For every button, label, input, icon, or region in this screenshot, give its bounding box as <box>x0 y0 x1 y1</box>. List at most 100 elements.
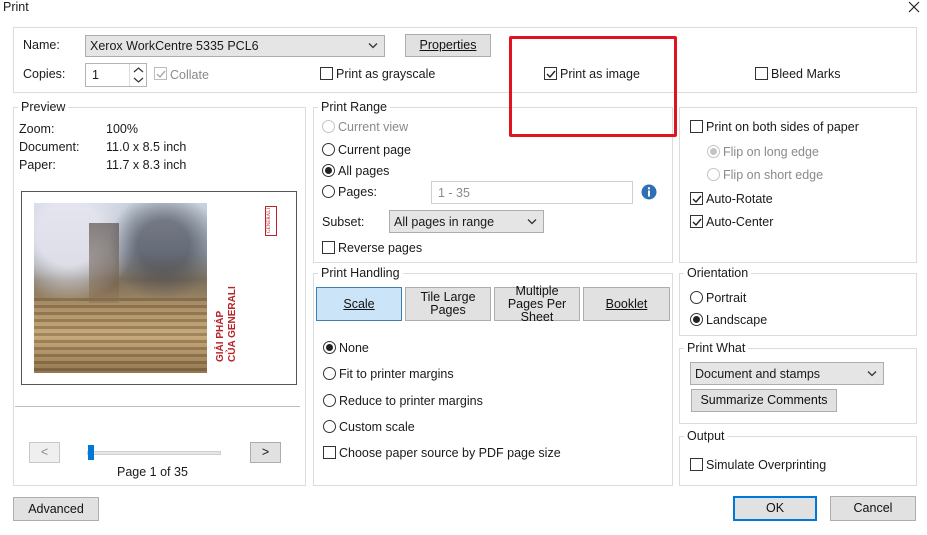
close-icon[interactable] <box>906 0 922 14</box>
print-handling-title: Print Handling <box>318 266 403 280</box>
copies-stepper[interactable] <box>129 64 146 86</box>
flip-long-radio[interactable] <box>707 145 720 158</box>
flip-long-label: Flip on long edge <box>723 145 819 159</box>
chevron-down-icon <box>867 370 877 376</box>
print-what-select[interactable]: Document and stamps <box>690 362 884 385</box>
reduce-margins-radio[interactable] <box>323 394 336 407</box>
simulate-overprinting-checkbox[interactable] <box>690 458 703 471</box>
preview-page: GENERALI GIẢI PHÁP CỦA GENERALI <box>21 191 297 385</box>
auto-rotate-label: Auto-Rotate <box>706 192 773 206</box>
tab-tile-large-pages[interactable]: Tile Large Pages <box>405 287 491 321</box>
properties-button[interactable]: Properties <box>405 34 491 57</box>
advanced-button[interactable]: Advanced <box>13 497 99 521</box>
spinner-icon <box>133 67 144 83</box>
zoom-label: Zoom: <box>19 122 55 136</box>
scale-none-radio[interactable] <box>323 341 336 354</box>
flip-short-radio[interactable] <box>707 168 720 181</box>
collate-label: Collate <box>170 68 209 82</box>
preview-image-shade <box>34 298 207 373</box>
summarize-comments-button[interactable]: Summarize Comments <box>691 389 837 412</box>
custom-scale-radio[interactable] <box>323 420 336 433</box>
tab-multiple-label: Multiple Pages Per Sheet <box>507 283 567 324</box>
pages-radio[interactable] <box>322 185 335 198</box>
landscape-label: Landscape <box>706 313 768 327</box>
tab-scale[interactable]: Scale <box>316 287 402 321</box>
next-page-button[interactable]: > <box>250 442 281 463</box>
auto-center-label: Auto-Center <box>706 215 774 229</box>
print-what-group: Print What <box>679 341 917 424</box>
all-pages-label: All pages <box>338 164 390 178</box>
printer-select[interactable]: Xerox WorkCentre 5335 PCL6 <box>85 35 385 57</box>
auto-rotate-checkbox[interactable] <box>690 192 703 205</box>
preview-image-building <box>89 223 119 303</box>
orientation-title: Orientation <box>684 266 752 280</box>
tab-scale-label: Scale <box>343 296 375 311</box>
subset-value: All pages in range <box>394 214 495 229</box>
preview-page-logo: GENERALI <box>265 206 277 236</box>
preview-page-image <box>34 203 207 373</box>
checkmark-icon <box>692 218 702 227</box>
portrait-radio[interactable] <box>690 291 703 304</box>
pages-label: Pages: <box>338 185 377 199</box>
checkmark-icon <box>156 70 166 79</box>
window-title: Print <box>3 0 29 14</box>
bleed-marks-checkbox[interactable] <box>755 67 768 80</box>
current-page-radio[interactable] <box>322 143 335 156</box>
cancel-button[interactable]: Cancel <box>830 496 916 521</box>
current-view-radio[interactable] <box>322 120 335 133</box>
custom-scale-label: Custom scale <box>339 420 415 434</box>
printer-select-value: Xerox WorkCentre 5335 PCL6 <box>90 39 259 53</box>
landscape-radio[interactable] <box>690 313 703 326</box>
pages-value: 1 - 35 <box>438 185 470 200</box>
next-page-label: > <box>261 445 270 459</box>
preview-page-headline: GIẢI PHÁP CỦA GENERALI <box>215 286 239 362</box>
bleed-marks-label: Bleed Marks <box>771 67 841 81</box>
print-range-title: Print Range <box>318 100 391 114</box>
scale-none-label: None <box>339 341 369 355</box>
both-sides-label: Print on both sides of paper <box>706 120 859 134</box>
pages-input[interactable]: 1 - 35 <box>431 181 633 204</box>
auto-center-checkbox[interactable] <box>690 215 703 228</box>
reverse-pages-checkbox[interactable] <box>322 241 335 254</box>
fit-margins-radio[interactable] <box>323 367 336 380</box>
tab-multiple-pages[interactable]: Multiple Pages Per Sheet <box>494 283 580 324</box>
summarize-comments-label: Summarize Comments <box>700 393 828 407</box>
properties-label: Properties <box>419 38 477 52</box>
preview-title: Preview <box>18 100 69 114</box>
tab-booklet-label: Booklet <box>605 296 648 311</box>
grayscale-checkbox[interactable] <box>320 67 333 80</box>
flip-short-label: Flip on short edge <box>723 168 824 182</box>
prev-page-button[interactable]: < <box>29 442 60 463</box>
subset-label: Subset: <box>322 215 365 229</box>
simulate-overprinting-label: Simulate Overprinting <box>706 458 827 472</box>
advanced-label: Advanced <box>28 501 84 516</box>
name-label: Name: <box>23 38 60 52</box>
ok-button[interactable]: OK <box>733 496 817 521</box>
paper-label: Paper: <box>19 158 56 172</box>
chevron-down-icon <box>527 218 537 224</box>
reverse-pages-label: Reverse pages <box>338 241 423 255</box>
output-title: Output <box>684 429 728 443</box>
paper-source-checkbox[interactable] <box>323 446 336 459</box>
preview-headline-main: GIẢI PHÁP <box>215 310 226 362</box>
preview-headline-sub: CỦA GENERALI <box>227 286 238 362</box>
paper-source-label: Choose paper source by PDF page size <box>339 446 561 460</box>
info-icon[interactable] <box>641 184 657 200</box>
tab-booklet[interactable]: Booklet <box>583 287 670 321</box>
prev-page-label: < <box>40 445 49 459</box>
ok-label: OK <box>765 501 785 515</box>
page-slider-thumb[interactable] <box>88 445 94 460</box>
page-slider[interactable] <box>87 451 221 455</box>
grayscale-label: Print as grayscale <box>336 67 436 81</box>
both-sides-checkbox[interactable] <box>690 120 703 133</box>
all-pages-radio[interactable] <box>322 164 335 177</box>
highlight-box <box>509 36 677 137</box>
fit-margins-label: Fit to printer margins <box>339 367 454 381</box>
subset-select[interactable]: All pages in range <box>389 210 544 233</box>
tab-tile-label: Tile Large Pages <box>420 290 476 317</box>
current-view-label: Current view <box>338 120 409 134</box>
reduce-margins-label: Reduce to printer margins <box>339 394 483 408</box>
chevron-down-icon <box>368 43 378 49</box>
cancel-label: Cancel <box>853 501 893 515</box>
collate-checkbox[interactable] <box>154 67 167 80</box>
